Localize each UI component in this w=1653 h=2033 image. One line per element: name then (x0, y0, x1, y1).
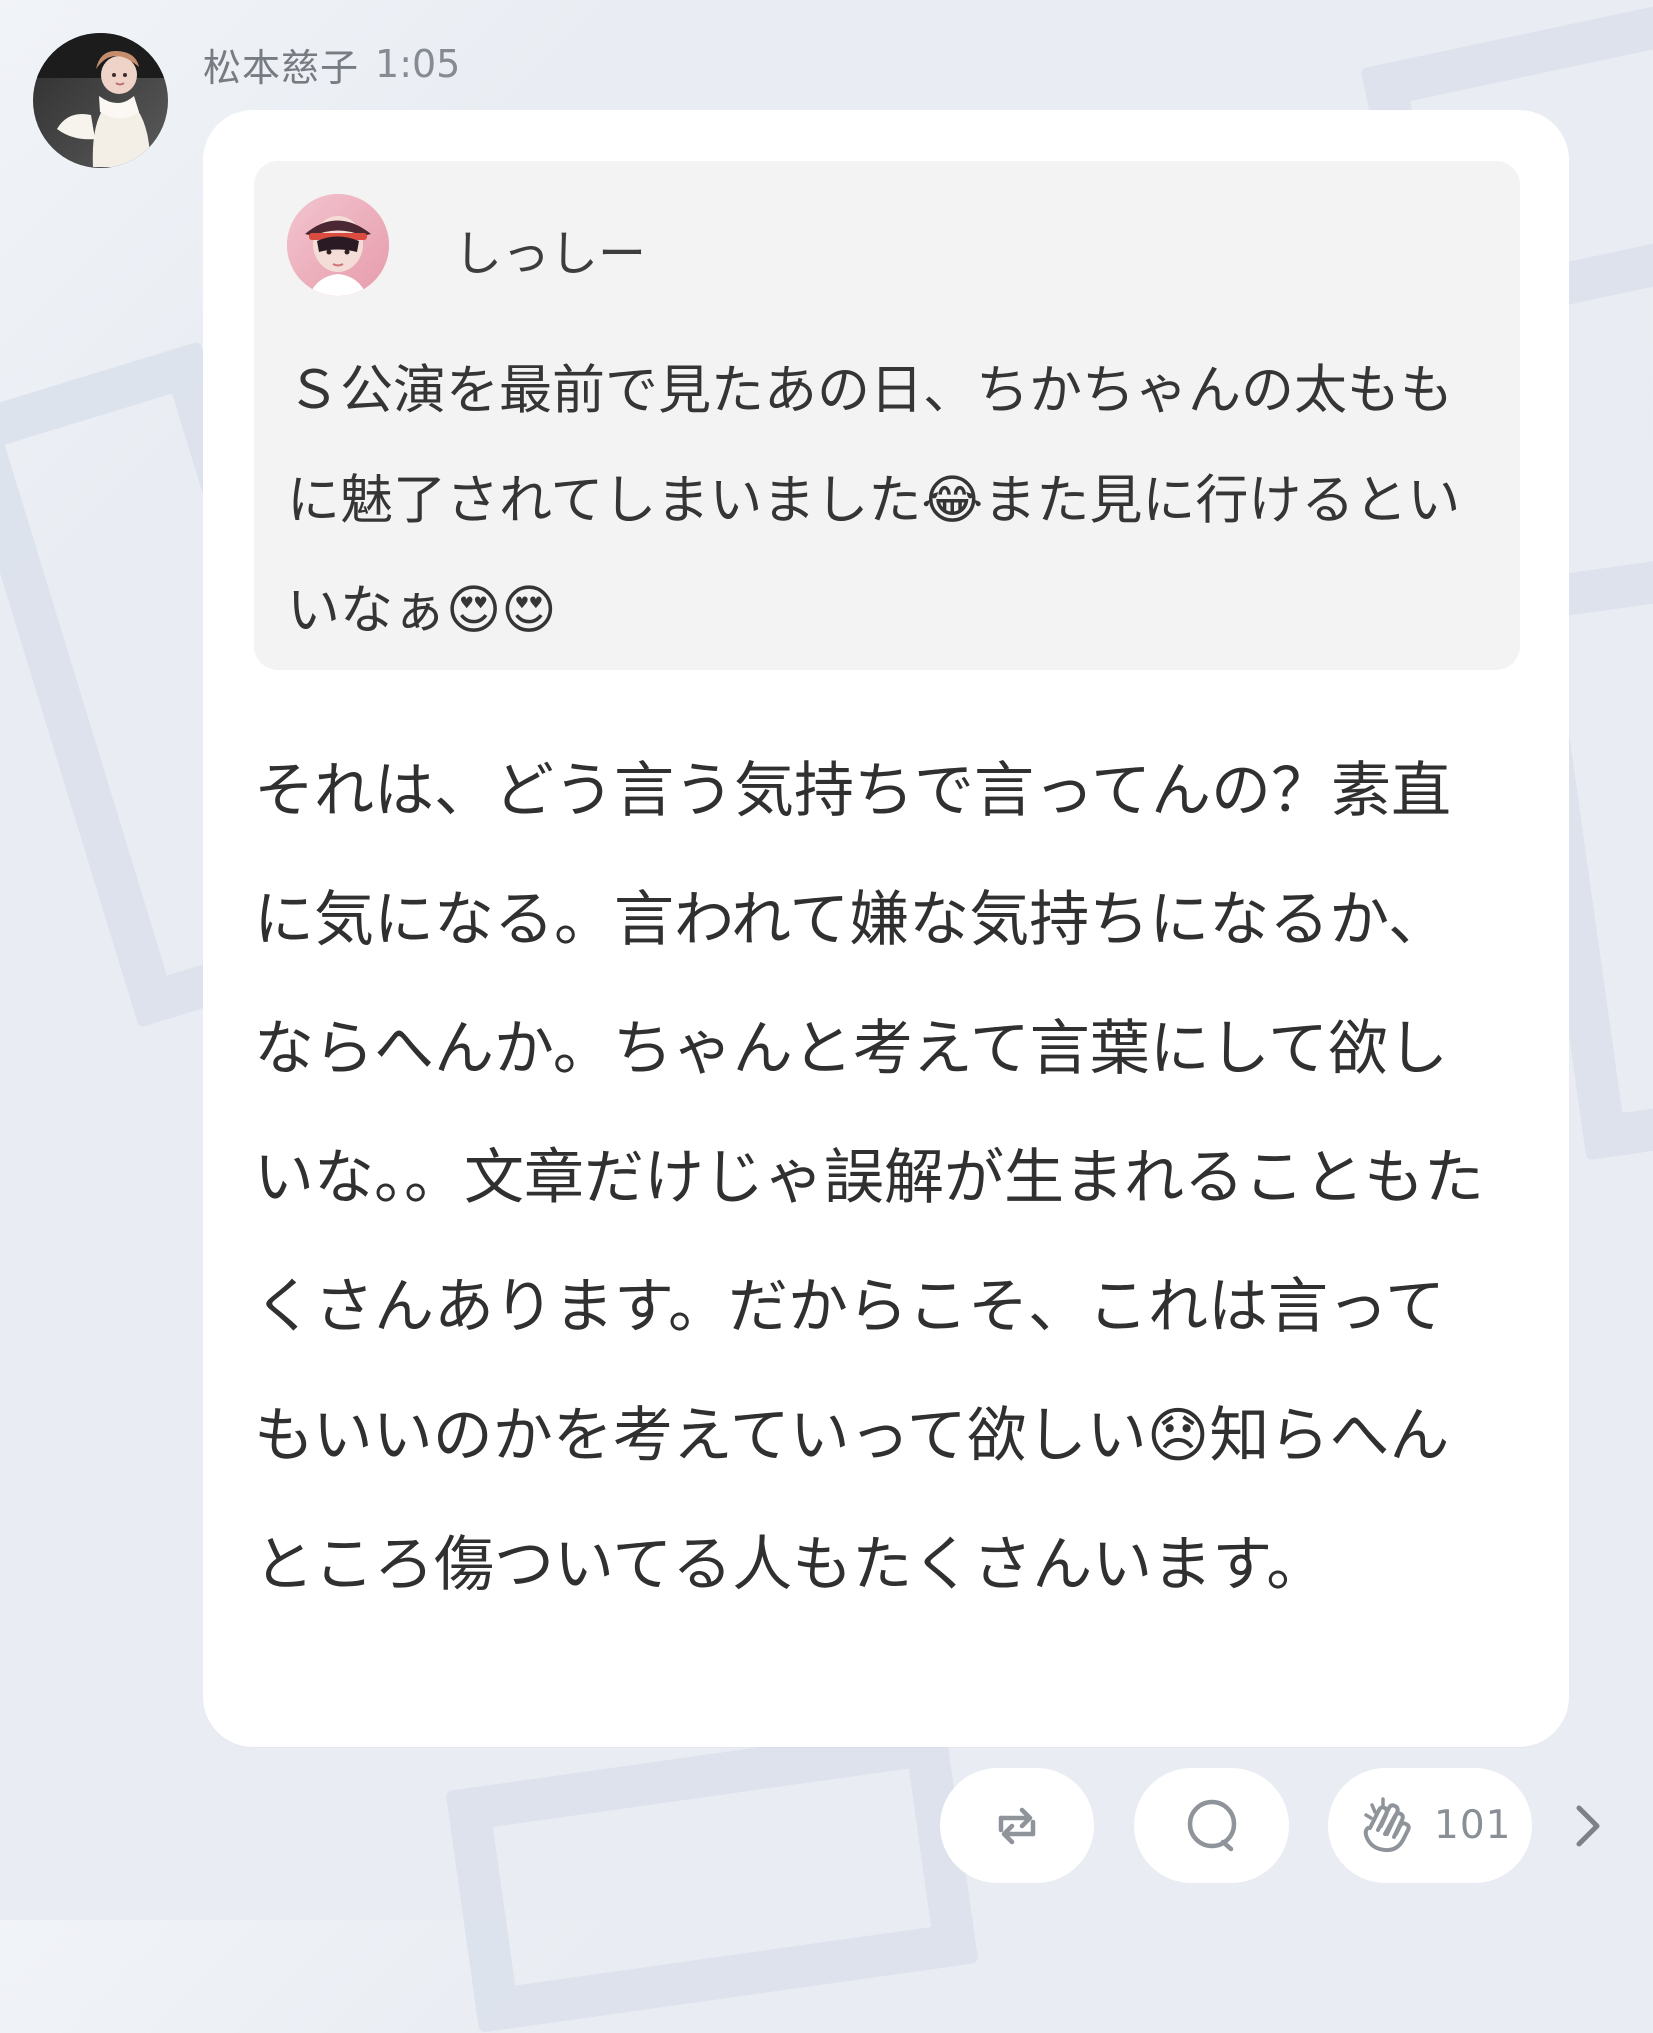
quoted-author-avatar-image (287, 194, 389, 296)
author-avatar-image (33, 33, 168, 168)
quoted-post-text: Ｓ公演を最前で見たあの日、ちかちゃんの太ももに魅了されてしまいました😂また見に行… (287, 360, 1461, 641)
post-header: 松本慈子 1:05 (203, 34, 460, 94)
repost-button[interactable] (940, 1768, 1094, 1883)
quoted-author-avatar[interactable] (287, 194, 389, 296)
clap-icon (1354, 1795, 1416, 1857)
author-avatar[interactable] (33, 33, 168, 168)
background-decoration (445, 1721, 979, 2033)
reply-text: それは、どう言う気持ちで言ってんの？素直に気になる。言われて嫌な気持ちになるか、… (254, 756, 1484, 1600)
clap-count: 101 (1434, 1803, 1512, 1848)
comment-icon (1182, 1796, 1242, 1856)
quoted-author-name[interactable]: しっしー (454, 214, 646, 284)
chevron-right-icon[interactable] (1568, 1798, 1608, 1854)
comment-button[interactable] (1134, 1768, 1289, 1883)
message-card: しっしー Ｓ公演を最前で見たあの日、ちかちゃんの太ももに魅了されてしまいました😂… (203, 110, 1569, 1747)
clap-button[interactable]: 101 (1328, 1768, 1532, 1883)
repost-icon (989, 1798, 1045, 1854)
post-time: 1:05 (375, 42, 461, 86)
author-name[interactable]: 松本慈子 (203, 37, 359, 92)
quoted-post[interactable]: しっしー Ｓ公演を最前で見たあの日、ちかちゃんの太ももに魅了されてしまいました😂… (254, 161, 1520, 670)
